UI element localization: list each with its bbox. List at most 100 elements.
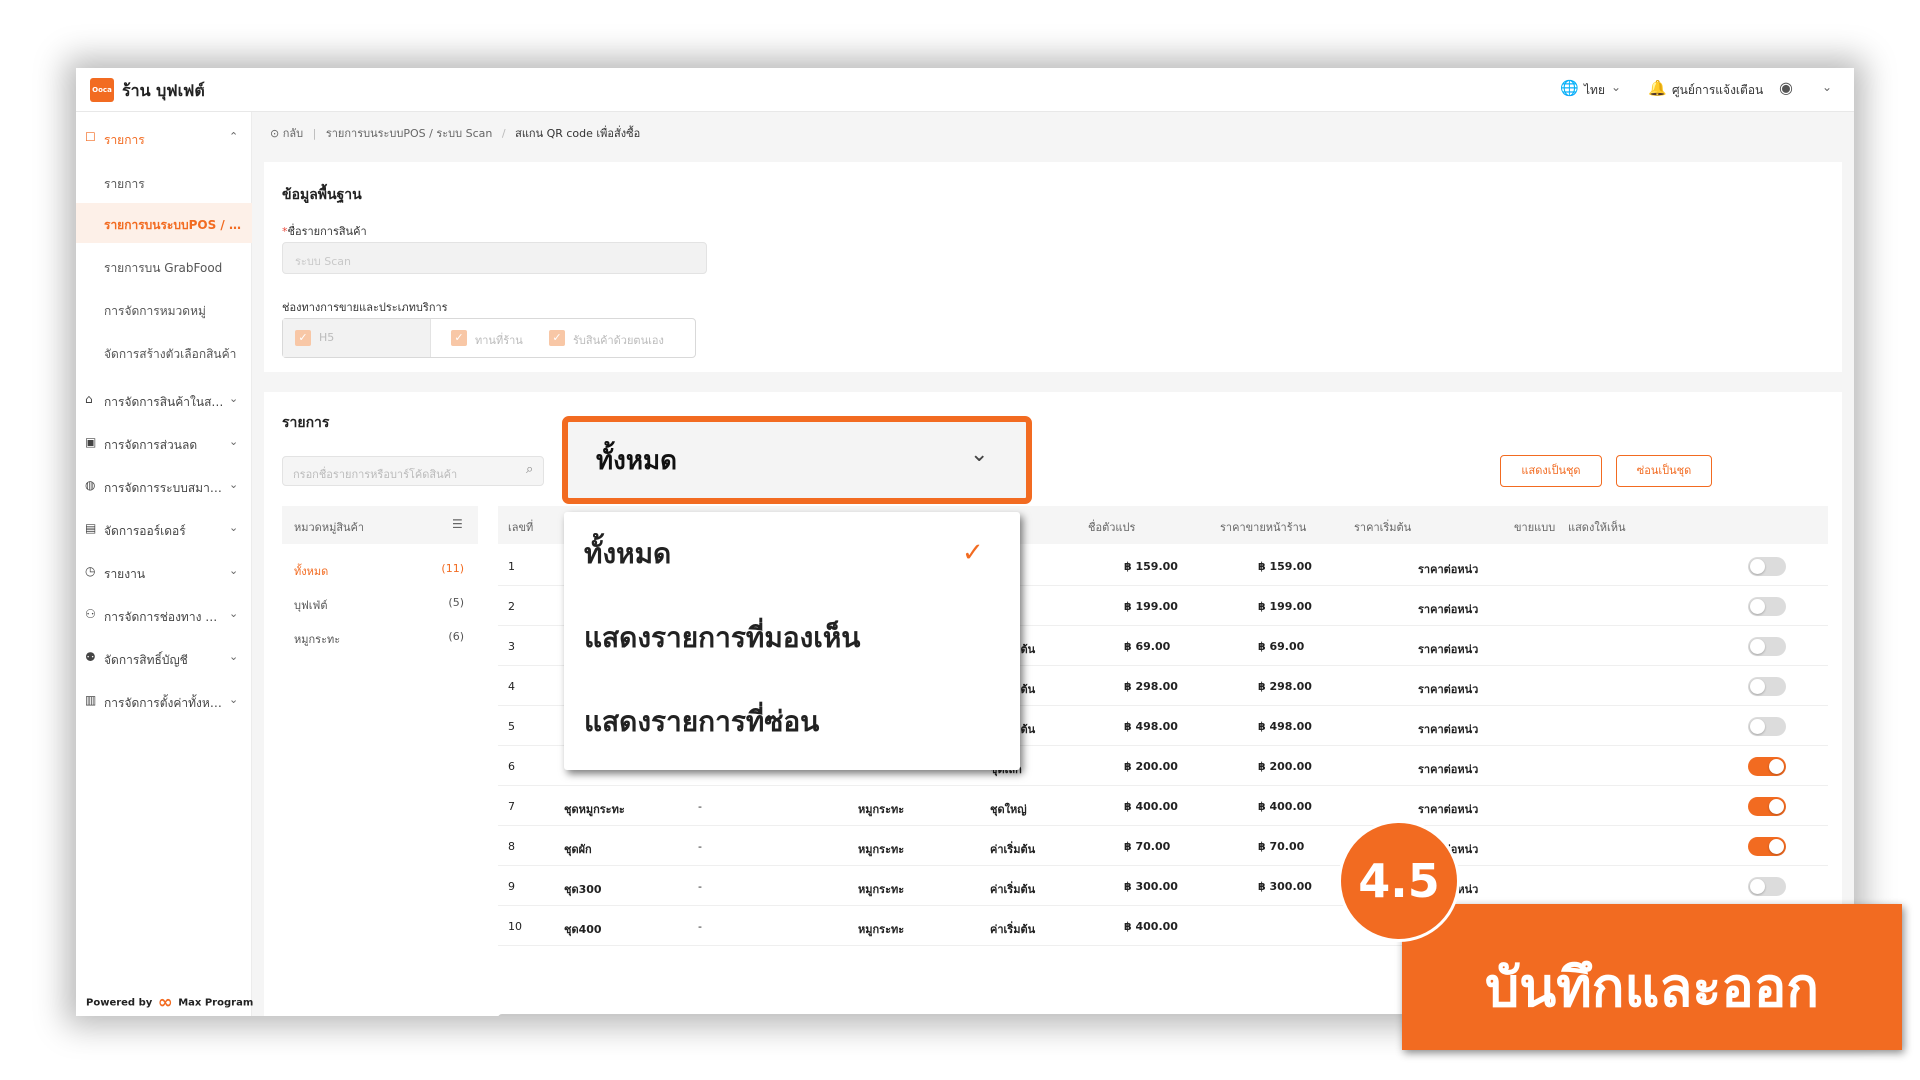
channel-icon: ⚇ bbox=[85, 607, 96, 621]
basic-info-card: ข้อมูลพื้นฐาน *ชื่อรายการสินค้า ระบบ Sca… bbox=[264, 162, 1842, 372]
section-title: ข้อมูลพื้นฐาน bbox=[282, 187, 362, 203]
breadcrumb: ⊙ กลับ | รายการบนระบบPOS / ระบบ Scan / ส… bbox=[270, 127, 641, 140]
notification-center-link[interactable]: ศูนย์การแจ้งเตือน bbox=[1672, 81, 1763, 100]
sidebar-item-product-options[interactable]: จัดการสร้างตัวเลือกสินค้า bbox=[76, 332, 252, 372]
chevron-down-icon: ⌄ bbox=[229, 392, 239, 405]
member-icon: ◍ bbox=[85, 478, 96, 492]
sidebar-group-discount[interactable]: ▣ การจัดการส่วนลด ⌄ bbox=[76, 425, 252, 461]
back-link[interactable]: กลับ bbox=[283, 127, 303, 140]
powered-by: Powered by ∞ Max Program bbox=[86, 992, 254, 1013]
visibility-toggle[interactable] bbox=[1748, 637, 1786, 656]
step-label: บันทึกและออก bbox=[1485, 956, 1819, 1019]
cell-start-price: ฿ 69.00 bbox=[1258, 640, 1305, 653]
sidebar-group-members[interactable]: ◍ การจัดการระบบสมาชิก ⌄ bbox=[76, 468, 252, 504]
sidebar-group-reports[interactable]: ◷ รายงาน ⌄ bbox=[76, 554, 252, 590]
table-row: 9 ชุด300 - หมูกระทะ ค่าเริ่มต้น ฿ 300.00 ฿ 300… bbox=[498, 866, 1828, 906]
account-icon: ⚉ bbox=[85, 650, 96, 664]
cell-start-price: ฿ 400.00 bbox=[1258, 800, 1312, 813]
visibility-toggle[interactable] bbox=[1748, 557, 1786, 576]
user-icon[interactable]: ◉ bbox=[1779, 78, 1793, 97]
chevron-down-icon[interactable]: ⌄ bbox=[1611, 80, 1621, 94]
bell-icon[interactable]: 🔔 bbox=[1648, 79, 1667, 97]
filter-option-visible[interactable]: แสดงรายการที่มองเห็น bbox=[584, 616, 860, 660]
table-row: 7 ชุดหมูกระทะ - หมูกระทะ ชุดใหญ่ ฿ 400.00 ฿ 40… bbox=[498, 786, 1828, 826]
cell-store-price: ฿ 300.00 bbox=[1124, 880, 1178, 893]
category-all[interactable]: ทั้งหมด (11) bbox=[282, 552, 478, 586]
cell-no: 3 bbox=[508, 640, 515, 653]
chevron-down-icon: ⌄ bbox=[970, 442, 989, 467]
sidebar-group-orders[interactable]: ▤ จัดการออร์เดอร์ ⌄ bbox=[76, 511, 252, 547]
cell-dash: - bbox=[698, 920, 702, 933]
cell-start-price: ฿ 70.00 bbox=[1258, 840, 1305, 853]
sidebar-group-items[interactable]: ☐ รายการ ⌃ bbox=[76, 120, 252, 156]
category-header: หมวดหมู่สินค้า ☰ bbox=[282, 506, 478, 544]
cell-dash: - bbox=[698, 880, 702, 893]
toggle-knob bbox=[1750, 599, 1765, 614]
cell-store-price: ฿ 400.00 bbox=[1124, 920, 1178, 933]
cell-mode: ราคาต่อหน่วย bbox=[1418, 763, 1478, 776]
cell-store-price: ฿ 199.00 bbox=[1124, 600, 1178, 613]
product-name-input[interactable]: ระบบ Scan bbox=[282, 242, 707, 274]
visibility-toggle[interactable] bbox=[1748, 757, 1786, 776]
report-icon: ◷ bbox=[85, 564, 96, 578]
cell-store-price: ฿ 69.00 bbox=[1124, 640, 1171, 653]
breadcrumb-current: สแกน QR code เพื่อสั่งซื้อ bbox=[515, 127, 641, 140]
sidebar-group-channels[interactable]: ⚇ การจัดการช่องทาง Gr... ⌄ bbox=[76, 597, 252, 633]
breadcrumb-level1[interactable]: รายการบนระบบPOS / ระบบ Scan bbox=[326, 127, 493, 140]
search-input[interactable]: กรอกชื่อรายการหรือบาร์โค้ดสินค้า bbox=[282, 456, 544, 486]
language-selector[interactable]: ไทย bbox=[1584, 81, 1605, 100]
sort-icon[interactable]: ☰ bbox=[452, 517, 463, 531]
check-icon: ✓ bbox=[549, 330, 565, 346]
chevron-down-icon: ⌄ bbox=[229, 607, 239, 620]
cell-name: ชุด400 bbox=[564, 923, 602, 936]
sidebar-item-pos-scan[interactable]: รายการบนระบบPOS / ระ... bbox=[76, 203, 252, 243]
visibility-toggle[interactable] bbox=[1748, 597, 1786, 616]
cell-variant: ค่าเริ่มต้น bbox=[990, 923, 1036, 936]
filter-option-hidden[interactable]: แสดงรายการที่ซ่อน bbox=[584, 700, 819, 744]
cell-start-price: ฿ 498.00 bbox=[1258, 720, 1312, 733]
sidebar-group-stock[interactable]: ⌂ การจัดการสินค้าในสต็... ⌄ bbox=[76, 382, 252, 418]
chevron-down-icon[interactable]: ⌄ bbox=[196, 79, 207, 94]
cell-dash: - bbox=[698, 800, 702, 813]
cell-start-price: ฿ 300.00 bbox=[1258, 880, 1312, 893]
cell-dash: - bbox=[698, 840, 702, 853]
cell-start-price: ฿ 200.00 bbox=[1258, 760, 1312, 773]
visibility-toggle[interactable] bbox=[1748, 837, 1786, 856]
cell-no: 2 bbox=[508, 600, 515, 613]
show-as-set-button[interactable]: แสดงเป็นชุด bbox=[1500, 455, 1602, 487]
sidebar-group-settings[interactable]: ▥ การจัดการตั้งค่าทั้งหมด ⌄ bbox=[76, 683, 252, 719]
store-icon: ⌂ bbox=[85, 392, 93, 406]
search-icon[interactable]: ⌕ bbox=[526, 462, 533, 477]
cell-no: 8 bbox=[508, 840, 515, 853]
chevron-down-icon: ⌄ bbox=[229, 564, 239, 577]
visibility-toggle[interactable] bbox=[1748, 797, 1786, 816]
category-moo-kratha[interactable]: หมูกระทะ (6) bbox=[282, 620, 478, 654]
hide-as-set-button[interactable]: ซ่อนเป็นชุด bbox=[1616, 455, 1712, 487]
cell-store-price: ฿ 159.00 bbox=[1124, 560, 1178, 573]
cell-no: 5 bbox=[508, 720, 515, 733]
back-icon[interactable]: ⊙ bbox=[270, 127, 279, 140]
sidebar-item-grabfood[interactable]: รายการบน GrabFood bbox=[76, 246, 252, 286]
table-row: 8 ชุดผัก - หมูกระทะ ค่าเริ่มต้น ฿ 70.00 ฿ 70.0… bbox=[498, 826, 1828, 866]
filter-option-all[interactable]: ทั้งหมด bbox=[584, 532, 671, 576]
cell-start-price: ฿ 298.00 bbox=[1258, 680, 1312, 693]
visibility-toggle[interactable] bbox=[1748, 677, 1786, 696]
cell-no: 1 bbox=[508, 560, 515, 573]
chevron-down-icon[interactable]: ⌄ bbox=[1822, 80, 1832, 94]
visibility-filter-select[interactable]: ทั้งหมด ⌄ bbox=[562, 416, 1032, 504]
visibility-toggle[interactable] bbox=[1748, 877, 1786, 896]
store-selector[interactable]: ร้าน บุฟเฟต์ bbox=[122, 79, 205, 104]
sidebar-item-categories[interactable]: การจัดการหมวดหมู่ bbox=[76, 289, 252, 329]
cell-mode: ราคาต่อหน่วย bbox=[1418, 563, 1478, 576]
sidebar: ☐ รายการ ⌃ รายการ รายการบนระบบPOS / ระ..… bbox=[76, 112, 254, 1016]
cell-category: หมูกระทะ bbox=[858, 803, 905, 816]
sidebar-item-list[interactable]: รายการ bbox=[76, 162, 252, 202]
sidebar-group-accounts[interactable]: ⚉ จัดการสิทธิ์บัญชี ⌄ bbox=[76, 640, 252, 676]
globe-icon[interactable]: 🌐 bbox=[1560, 79, 1579, 97]
visibility-toggle[interactable] bbox=[1748, 717, 1786, 736]
category-buffet[interactable]: บุฟเฟ่ต์ (5) bbox=[282, 586, 478, 620]
check-icon: ✓ bbox=[451, 330, 467, 346]
coupon-icon: ▣ bbox=[85, 435, 97, 449]
order-icon: ▤ bbox=[85, 521, 97, 535]
cell-store-price: ฿ 400.00 bbox=[1124, 800, 1178, 813]
